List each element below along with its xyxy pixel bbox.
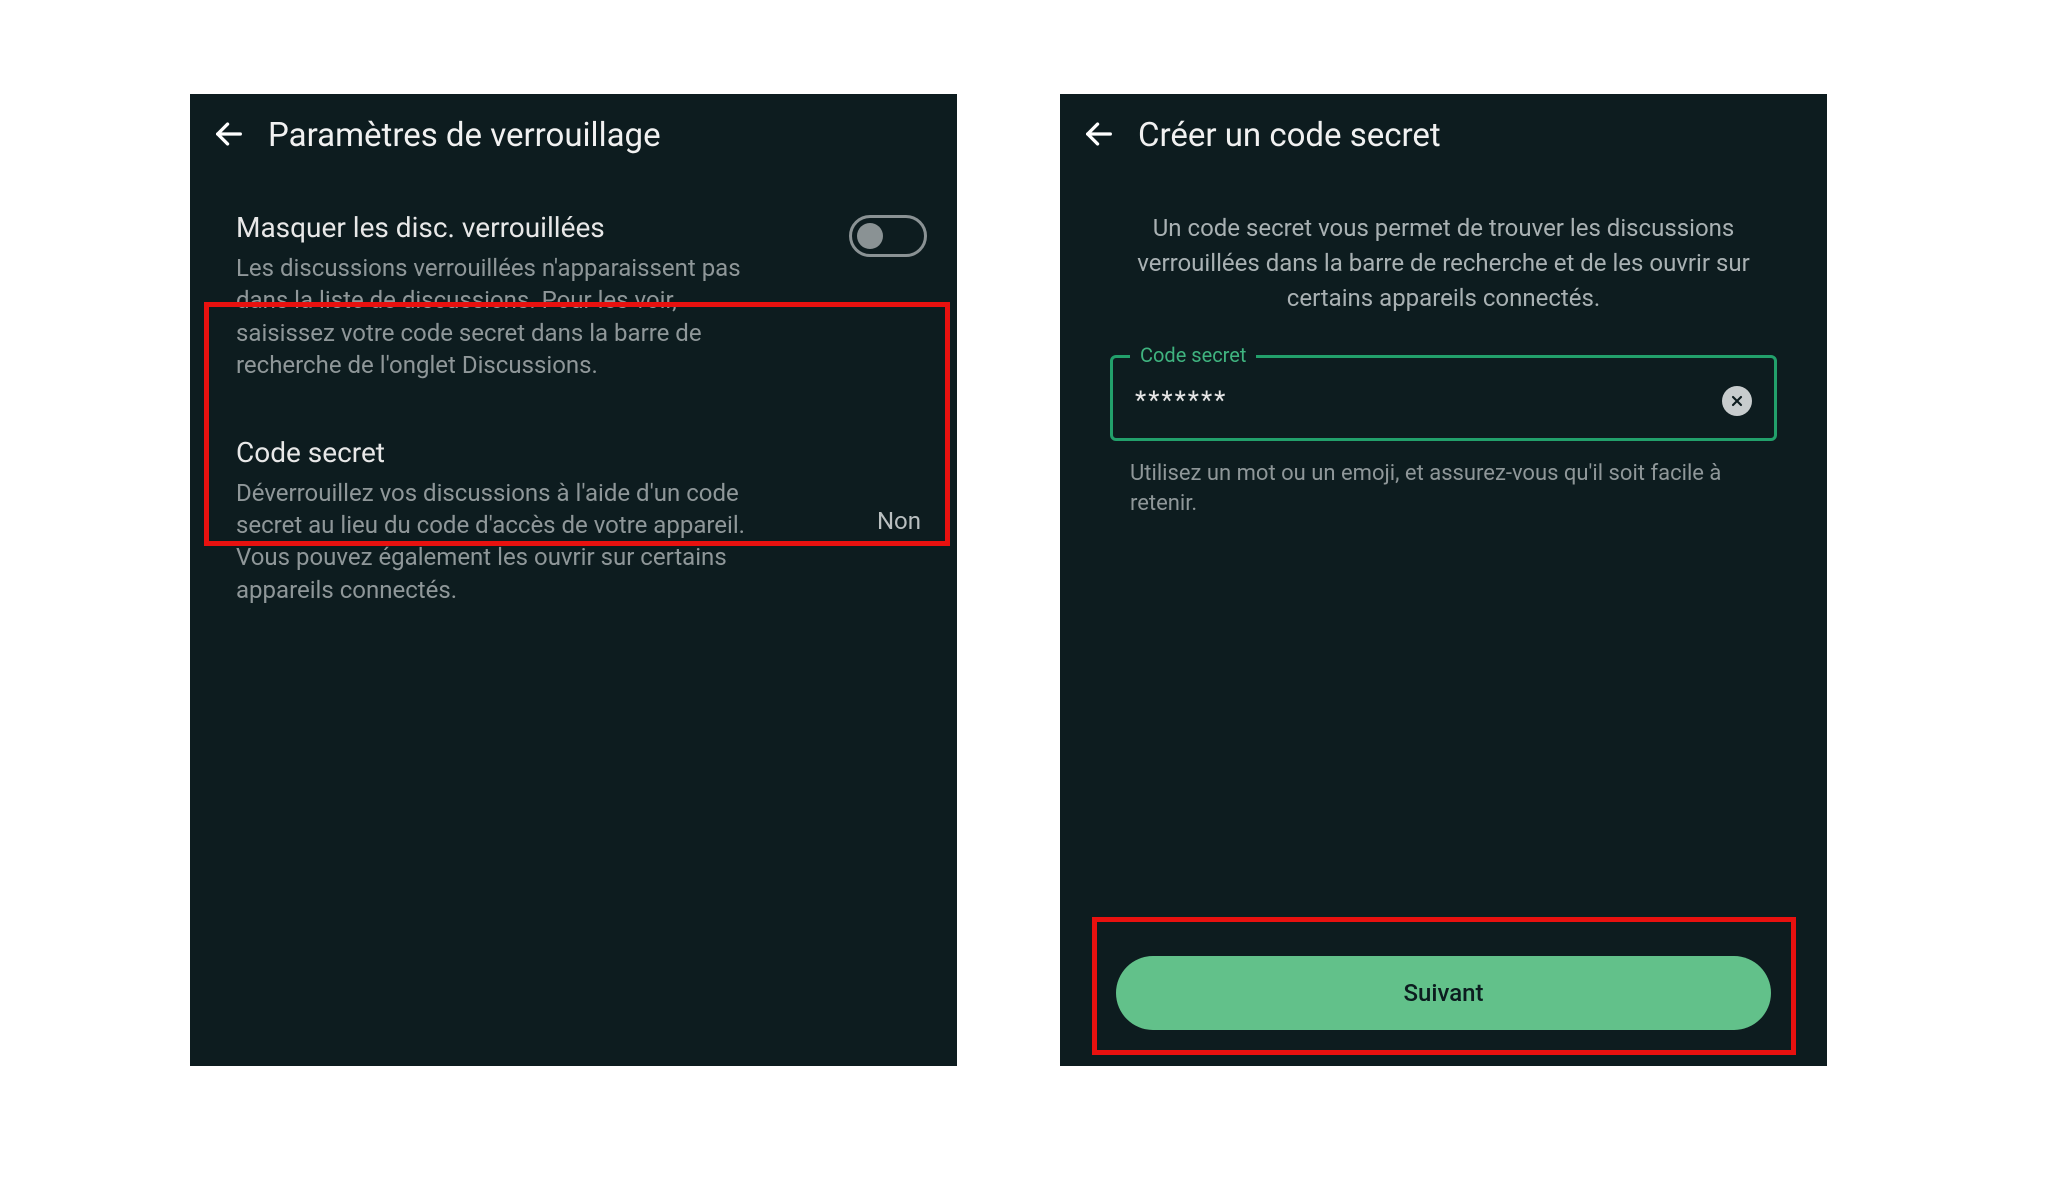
app-bar: Créer un code secret bbox=[1060, 94, 1827, 181]
info-text: Un code secret vous permet de trouver le… bbox=[1060, 181, 1827, 355]
annotation-highlight bbox=[1092, 917, 1796, 1055]
clear-input-icon[interactable] bbox=[1722, 386, 1752, 416]
annotation-highlight bbox=[204, 302, 950, 546]
input-value: ******* bbox=[1135, 386, 1227, 416]
lock-settings-screen: Paramètres de verrouillage Masquer les d… bbox=[190, 94, 957, 1066]
input-helper: Utilisez un mot ou un emoji, et assurez-… bbox=[1130, 459, 1757, 518]
back-arrow-icon[interactable] bbox=[1082, 117, 1116, 155]
hide-locked-chats-toggle[interactable] bbox=[849, 215, 927, 257]
back-arrow-icon[interactable] bbox=[212, 117, 246, 155]
setting-title: Masquer les disc. verrouillées bbox=[236, 211, 829, 244]
page-title: Paramètres de verrouillage bbox=[268, 116, 661, 155]
page-title: Créer un code secret bbox=[1138, 116, 1441, 155]
toggle-knob-icon bbox=[857, 223, 883, 249]
secret-code-input[interactable]: ******* bbox=[1110, 355, 1777, 441]
app-bar: Paramètres de verrouillage bbox=[190, 94, 957, 181]
secret-code-field-wrapper: Code secret ******* bbox=[1110, 355, 1777, 441]
input-label: Code secret bbox=[1130, 343, 1256, 367]
